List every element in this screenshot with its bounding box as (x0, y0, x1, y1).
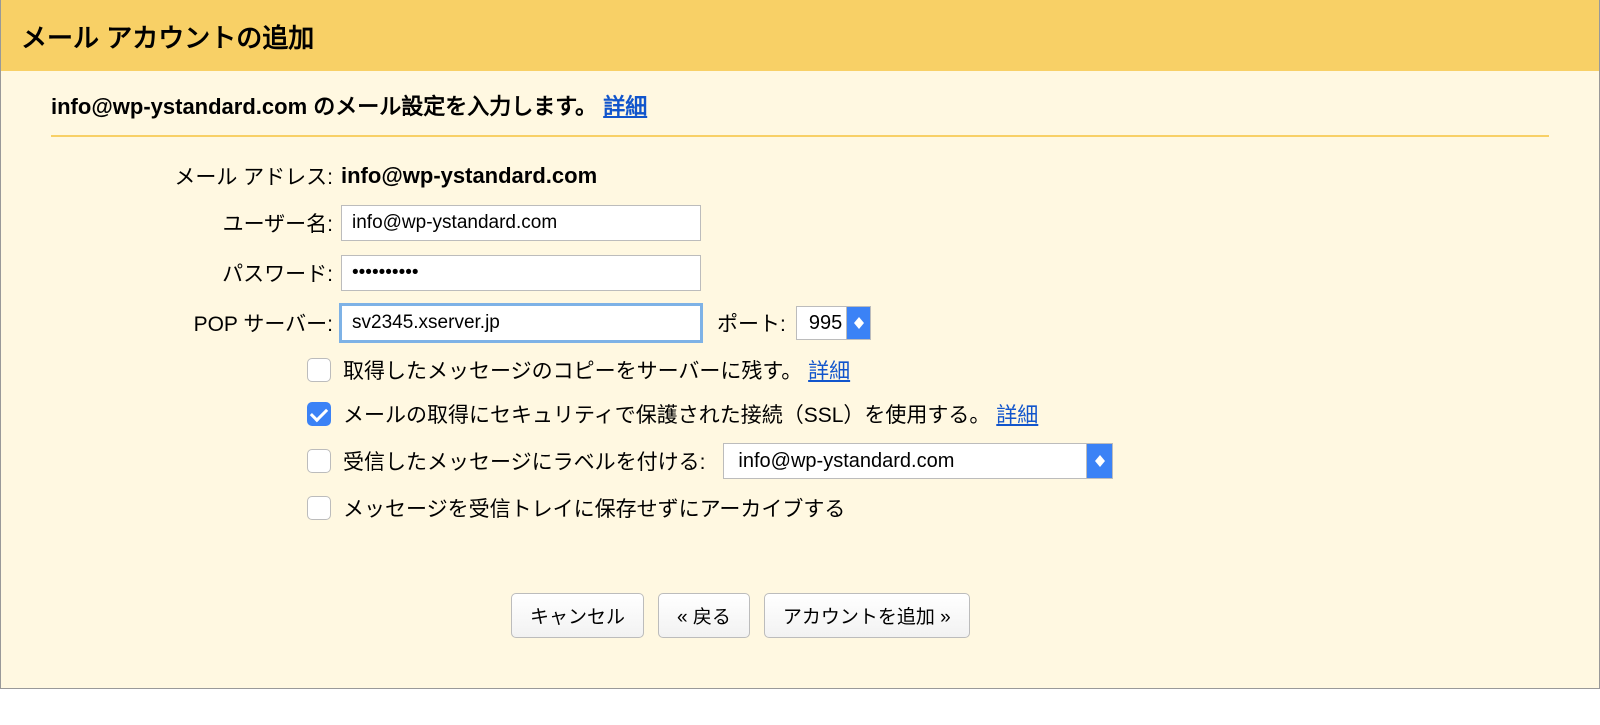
password-label: パスワード: (51, 258, 341, 288)
pop-server-input[interactable] (341, 305, 701, 341)
subheading: info@wp-ystandard.com のメール設定を入力します。 詳細 (51, 89, 1549, 121)
email-address-label: メール アドレス: (51, 161, 341, 191)
leave-copy-detail-link[interactable]: 詳細 (808, 360, 850, 383)
cancel-button[interactable]: キャンセル (511, 593, 644, 638)
port-select[interactable]: 995 (796, 306, 871, 340)
use-ssl-checkbox[interactable] (307, 402, 331, 426)
archive-label: メッセージを受信トレイに保存せずにアーカイブする (343, 493, 845, 523)
email-address-value: info@wp-ystandard.com (341, 163, 597, 189)
chevron-updown-icon (846, 307, 870, 339)
apply-label-text: 受信したメッセージにラベルを付ける: (343, 446, 705, 476)
chevron-updown-icon (1086, 444, 1112, 478)
apply-label-select-value: info@wp-ystandard.com (738, 450, 954, 473)
password-input[interactable] (341, 255, 701, 291)
divider (51, 135, 1549, 137)
dialog-content: info@wp-ystandard.com のメール設定を入力します。 詳細 メ… (1, 71, 1599, 688)
subheading-detail-link[interactable]: 詳細 (603, 94, 647, 119)
port-select-value: 995 (809, 312, 842, 335)
apply-label-select[interactable]: info@wp-ystandard.com (723, 443, 1113, 479)
button-row: キャンセル « 戻る アカウントを追加 » (511, 593, 970, 638)
pop-server-label: POP サーバー: (51, 308, 341, 338)
dialog-title: メール アカウントの追加 (1, 0, 1599, 71)
username-input[interactable] (341, 205, 701, 241)
username-label: ユーザー名: (51, 208, 341, 238)
leave-copy-label: 取得したメッセージのコピーをサーバーに残す。 (343, 360, 802, 383)
subheading-text: info@wp-ystandard.com のメール設定を入力します。 (51, 94, 597, 119)
port-label: ポート: (717, 308, 786, 338)
back-button[interactable]: « 戻る (658, 593, 750, 638)
add-account-button[interactable]: アカウントを追加 » (764, 593, 970, 638)
use-ssl-detail-link[interactable]: 詳細 (996, 404, 1038, 427)
apply-label-checkbox[interactable] (307, 449, 331, 473)
dialog: メール アカウントの追加 info@wp-ystandard.com のメール設… (0, 0, 1600, 689)
archive-checkbox[interactable] (307, 496, 331, 520)
use-ssl-label: メールの取得にセキュリティで保護された接続（SSL）を使用する。 (343, 404, 990, 427)
leave-copy-checkbox[interactable] (307, 358, 331, 382)
